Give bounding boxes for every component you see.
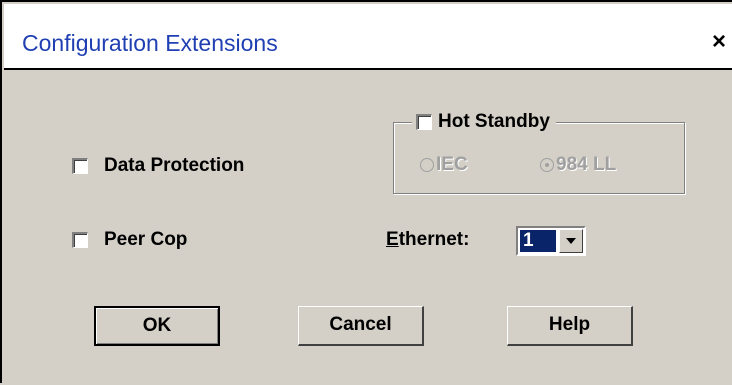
iec-radio[interactable]	[420, 158, 434, 172]
hot-standby-label: Hot Standby	[438, 111, 550, 132]
peer-cop-checkbox[interactable]	[72, 232, 88, 248]
iec-radio-label: IEC	[436, 154, 468, 175]
configuration-extensions-dialog: Configuration Extensions × Data Protecti…	[0, 0, 732, 383]
ethernet-selected-value: 1	[520, 230, 556, 252]
peer-cop-label: Peer Cop	[104, 229, 188, 250]
ethernet-label-text: thernet:	[398, 229, 470, 250]
hot-standby-checkbox[interactable]	[416, 114, 432, 130]
dialog-body: Data Protection Peer Cop Hot Standby IEC…	[4, 70, 732, 385]
cancel-button[interactable]: Cancel	[298, 306, 424, 346]
hot-standby-legend: Hot Standby	[412, 108, 556, 136]
help-button[interactable]: Help	[507, 306, 633, 346]
ok-button[interactable]: OK	[94, 306, 220, 346]
ethernet-label-accelerator: E	[386, 229, 399, 250]
data-protection-checkbox[interactable]	[72, 158, 88, 174]
984ll-radio[interactable]	[540, 158, 554, 172]
data-protection-label: Data Protection	[104, 155, 245, 176]
ethernet-dropdown-button[interactable]	[559, 229, 583, 253]
ethernet-select[interactable]: 1	[516, 226, 586, 256]
close-icon[interactable]: ×	[706, 28, 732, 58]
984ll-radio-label: 984 LL	[556, 154, 617, 175]
window-title: Configuration Extensions	[22, 30, 278, 56]
ethernet-label: Ethernet:	[386, 229, 469, 251]
title-bar: Configuration Extensions ×	[4, 4, 732, 70]
radio-selected-dot	[545, 163, 549, 167]
chevron-down-icon	[566, 238, 576, 244]
